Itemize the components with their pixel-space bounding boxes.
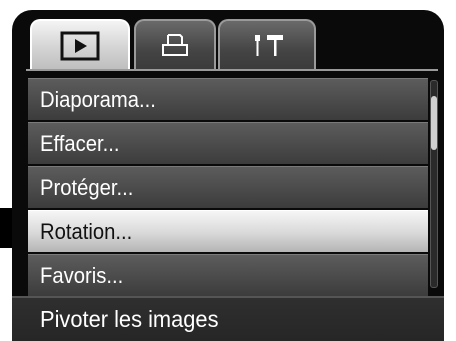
tab-settings[interactable] bbox=[218, 19, 316, 71]
tab-playback[interactable] bbox=[30, 19, 130, 71]
play-icon bbox=[60, 31, 100, 61]
menu-item-label: Effacer... bbox=[40, 131, 120, 156]
selection-marker bbox=[0, 208, 12, 248]
menu-item-effacer[interactable]: Effacer... bbox=[28, 122, 428, 164]
tools-icon bbox=[255, 35, 283, 56]
tab-divider bbox=[26, 69, 438, 71]
menu-item-label: Diaporama... bbox=[40, 87, 156, 112]
scrollbar-thumb[interactable] bbox=[431, 96, 437, 150]
print-icon bbox=[162, 34, 188, 56]
menu-item-proteger[interactable]: Protéger... bbox=[28, 166, 428, 208]
help-text: Pivoter les images bbox=[40, 306, 219, 332]
menu-item-favoris[interactable]: Favoris... bbox=[28, 254, 428, 296]
menu-item-label: Protéger... bbox=[40, 175, 134, 200]
menu-item-label: Favoris... bbox=[40, 263, 124, 288]
menu-item-rotation[interactable]: Rotation... bbox=[28, 210, 428, 252]
tab-print[interactable] bbox=[134, 19, 216, 71]
menu-item-diaporama[interactable]: Diaporama... bbox=[28, 78, 428, 120]
camera-menu-screen: Diaporama... Effacer... Protéger... Rota… bbox=[0, 0, 456, 341]
menu-list: Diaporama... Effacer... Protéger... Rota… bbox=[28, 78, 428, 298]
help-text-bar: Pivoter les images bbox=[12, 296, 444, 341]
menu-item-label: Rotation... bbox=[40, 219, 133, 244]
